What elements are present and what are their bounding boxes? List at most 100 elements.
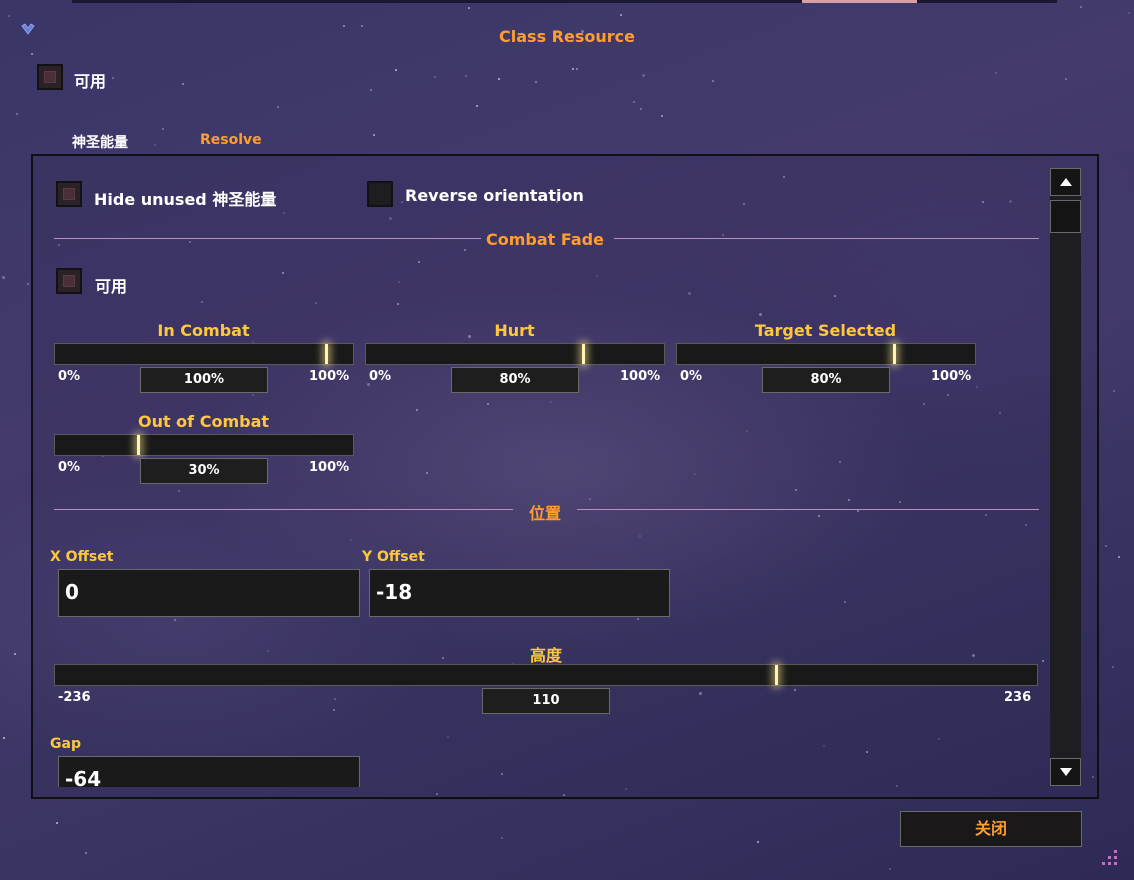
star-dot xyxy=(277,106,279,108)
star-dot xyxy=(154,144,156,146)
star-dot xyxy=(712,80,714,82)
star-dot xyxy=(1105,545,1107,547)
height-label: 高度 xyxy=(529,646,562,665)
scroll-thumb[interactable] xyxy=(1050,200,1081,233)
hide-unused-label: Hide unused 神圣能量 xyxy=(94,190,277,209)
star-dot xyxy=(995,72,997,74)
x-offset-input[interactable]: 0 xyxy=(58,569,360,617)
target-selected-slider[interactable] xyxy=(676,343,976,365)
out-of-combat-slider[interactable] xyxy=(54,434,354,456)
star-dot xyxy=(661,115,663,117)
y-offset-input[interactable]: -18 xyxy=(369,569,670,617)
star-dot xyxy=(498,78,500,80)
combat-fade-enabled-checkbox[interactable] xyxy=(56,268,82,294)
star-dot xyxy=(889,868,891,870)
reverse-orientation-checkbox[interactable] xyxy=(367,181,393,207)
reverse-orientation-label: Reverse orientation xyxy=(405,186,584,205)
tab-holy-power[interactable]: 神圣能量 xyxy=(72,132,128,152)
window-title: Class Resource xyxy=(499,27,635,46)
arrow-down-icon xyxy=(1060,768,1072,776)
star-dot xyxy=(56,822,58,824)
target-selected-min: 0% xyxy=(680,369,703,384)
height-max: 236 xyxy=(1004,690,1032,705)
gap-label: Gap xyxy=(50,736,81,752)
star-dot xyxy=(85,852,87,854)
hurt-value[interactable]: 80% xyxy=(451,367,579,393)
star-dot xyxy=(434,76,436,78)
arrow-up-icon xyxy=(1060,178,1072,186)
target-selected-value[interactable]: 80% xyxy=(762,367,890,393)
position-title: 位置 xyxy=(528,504,561,523)
star-dot xyxy=(501,837,503,839)
star-dot xyxy=(465,75,467,77)
star-dot xyxy=(1128,12,1130,14)
scroll-down-button[interactable] xyxy=(1050,758,1081,786)
star-dot xyxy=(31,53,33,55)
star-dot xyxy=(370,89,372,91)
star-dot xyxy=(468,7,470,9)
in-combat-min: 0% xyxy=(58,369,81,384)
hurt-slider-thumb[interactable] xyxy=(582,344,586,364)
combat-fade-enabled-label: 可用 xyxy=(95,277,128,296)
y-offset-label: Y Offset xyxy=(362,549,425,565)
star-dot xyxy=(640,108,642,110)
top-strip-highlight xyxy=(802,0,917,3)
in-combat-value[interactable]: 100% xyxy=(140,367,268,393)
in-combat-slider[interactable] xyxy=(54,343,354,365)
combat-fade-divider-right xyxy=(614,238,1039,239)
star-dot xyxy=(2,276,5,279)
star-dot xyxy=(620,14,622,16)
target-selected-max: 100% xyxy=(931,369,972,384)
top-strip xyxy=(72,0,1057,3)
height-slider-thumb[interactable] xyxy=(774,665,778,685)
combat-fade-title: Combat Fade xyxy=(486,230,604,249)
star-dot xyxy=(3,737,5,739)
star-dot xyxy=(572,68,574,70)
out-of-combat-value[interactable]: 30% xyxy=(140,458,268,484)
hurt-min: 0% xyxy=(369,369,392,384)
star-dot xyxy=(182,83,184,85)
enabled-label: 可用 xyxy=(74,72,107,91)
position-divider-left xyxy=(54,509,513,510)
star-dot xyxy=(757,841,759,843)
gap-input[interactable]: -64 xyxy=(58,756,360,787)
in-combat-slider-thumb[interactable] xyxy=(325,344,328,364)
star-dot xyxy=(476,105,478,107)
height-min: -236 xyxy=(58,690,91,705)
star-dot xyxy=(642,74,645,77)
out-of-combat-slider-thumb[interactable] xyxy=(137,435,141,455)
target-selected-slider-thumb[interactable] xyxy=(893,344,897,364)
height-value[interactable]: 110 xyxy=(482,688,610,714)
hurt-slider[interactable] xyxy=(365,343,665,365)
star-dot xyxy=(112,77,114,79)
star-dot xyxy=(8,15,10,17)
star-dot xyxy=(1112,666,1114,668)
panel-scrollbar[interactable] xyxy=(1050,168,1081,786)
star-dot xyxy=(633,101,635,103)
enabled-checkbox[interactable] xyxy=(37,64,63,90)
star-dot xyxy=(16,113,18,115)
resize-grip-icon[interactable] xyxy=(1102,848,1120,866)
out-of-combat-max: 100% xyxy=(309,460,350,475)
star-dot xyxy=(1080,6,1082,8)
star-dot xyxy=(162,128,164,130)
star-dot xyxy=(1113,390,1115,392)
star-dot xyxy=(27,283,29,285)
star-dot xyxy=(14,653,16,655)
close-button[interactable]: 关闭 xyxy=(900,811,1082,847)
hide-unused-checkbox[interactable] xyxy=(56,181,82,207)
position-divider-right xyxy=(577,509,1039,510)
scroll-up-button[interactable] xyxy=(1050,168,1081,196)
star-dot xyxy=(1065,78,1067,80)
tab-resolve[interactable]: Resolve xyxy=(200,132,262,148)
target-selected-label: Target Selected xyxy=(754,321,897,340)
out-of-combat-label: Out of Combat xyxy=(137,412,270,431)
hurt-label: Hurt xyxy=(494,321,535,340)
out-of-combat-min: 0% xyxy=(58,460,81,475)
star-dot xyxy=(535,81,537,83)
in-combat-max: 100% xyxy=(309,369,350,384)
in-combat-label: In Combat xyxy=(157,321,250,340)
star-dot xyxy=(395,69,397,71)
height-slider[interactable] xyxy=(54,664,1038,686)
star-dot xyxy=(576,68,578,70)
